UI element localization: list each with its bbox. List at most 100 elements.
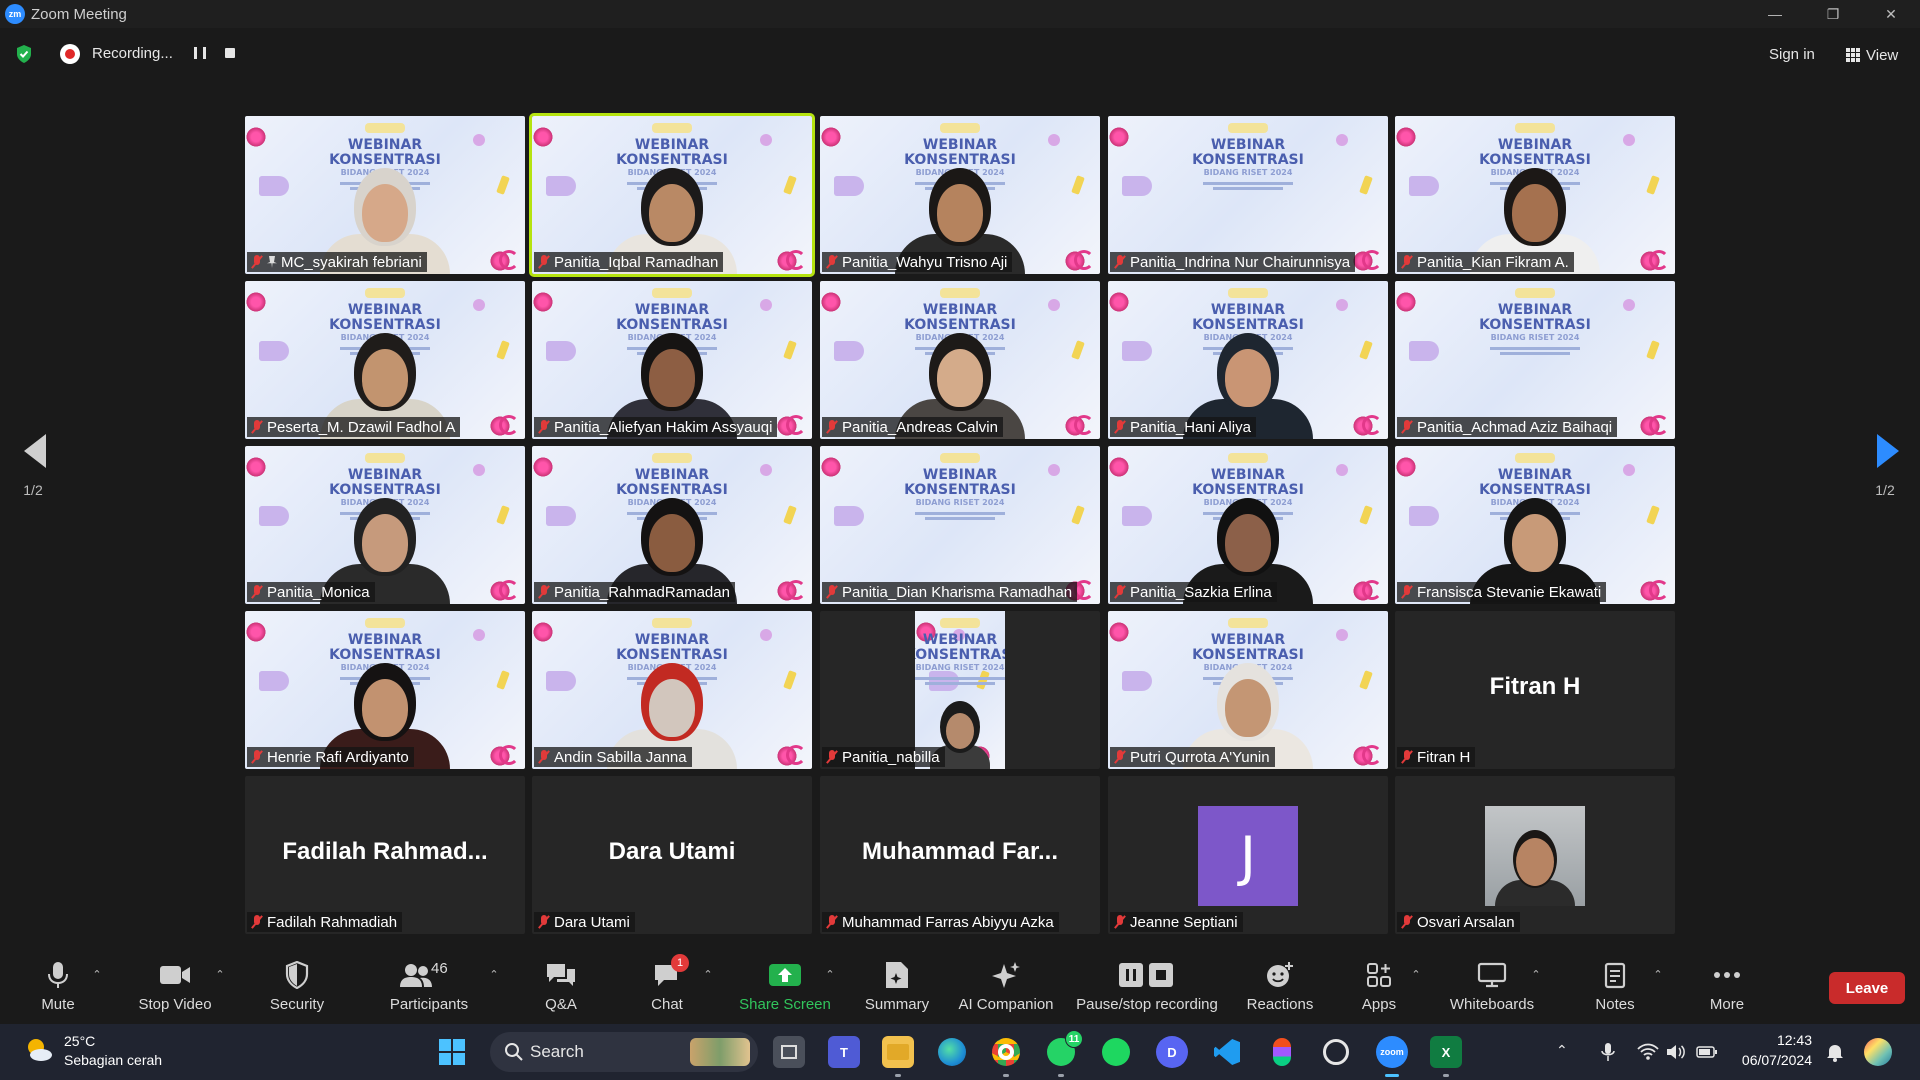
search-highlight-image: [690, 1038, 750, 1066]
slide-text-bar: [915, 512, 1005, 515]
participant-tile[interactable]: WEBINARKONSENTRASIBIDANG RISET 2024Peser…: [245, 281, 525, 439]
participant-tile[interactable]: Osvari Arsalan: [1395, 776, 1675, 934]
task-view-icon[interactable]: [773, 1036, 805, 1068]
participant-tile[interactable]: WEBINARKONSENTRASIBIDANG RISET 2024Frans…: [1395, 446, 1675, 604]
close-window-button[interactable]: ✕: [1862, 0, 1920, 28]
participants-button[interactable]: 46 Participants: [382, 944, 476, 1024]
view-button[interactable]: View: [1840, 42, 1904, 68]
teams-icon[interactable]: T: [828, 1036, 860, 1068]
apps-options-caret[interactable]: ⌃: [1410, 968, 1422, 981]
participant-tile[interactable]: Fitran H Fitran H: [1395, 611, 1675, 769]
tray-microphone-icon[interactable]: [1601, 1042, 1615, 1062]
participant-tile[interactable]: J Jeanne Septiani: [1108, 776, 1388, 934]
participant-tile[interactable]: Dara Utami Dara Utami: [532, 776, 812, 934]
participant-tile[interactable]: WEBINARKONSENTRASIBIDANG RISET 2024Putri…: [1108, 611, 1388, 769]
participant-name: Fransisca Stevanie Ekawati: [1417, 583, 1602, 601]
participant-tile[interactable]: WEBINARKONSENTRASIBIDANG RISET 2024Panit…: [532, 281, 812, 439]
muted-microphone-icon: [1114, 750, 1126, 764]
next-page-button[interactable]: 1/2: [1855, 427, 1915, 527]
participant-tile[interactable]: WEBINARKONSENTRASIBIDANG RISET 2024Panit…: [820, 611, 1100, 769]
participant-tile[interactable]: Fadilah Rahmad... Fadilah Rahmadiah: [245, 776, 525, 934]
show-hidden-icons-icon[interactable]: ⌃: [1556, 1042, 1568, 1059]
volume-icon[interactable]: [1666, 1043, 1686, 1061]
chat-button[interactable]: 1 Chat: [642, 944, 692, 1024]
weather-temperature[interactable]: 25°C: [64, 1033, 95, 1049]
previous-page-button[interactable]: 1/2: [3, 427, 63, 527]
partly-cloudy-weather-icon[interactable]: [24, 1035, 54, 1065]
restore-button[interactable]: ❐: [1804, 0, 1862, 28]
notes-button[interactable]: Notes: [1590, 944, 1640, 1024]
chrome-browser-icon[interactable]: [990, 1036, 1022, 1068]
encryption-shield-icon[interactable]: [14, 44, 34, 64]
whiteboards-button[interactable]: Whiteboards: [1442, 944, 1542, 1024]
excel-icon[interactable]: X: [1430, 1036, 1462, 1068]
participant-tile[interactable]: WEBINARKONSENTRASIBIDANG RISET 2024Panit…: [820, 116, 1100, 274]
participant-name: Fitran H: [1417, 748, 1471, 766]
participant-name: Fadilah Rahmadiah: [267, 913, 398, 931]
participant-tile[interactable]: WEBINARKONSENTRASIBIDANG RISET 2024Panit…: [245, 446, 525, 604]
reactions-button[interactable]: Reactions: [1240, 944, 1320, 1024]
participant-tile[interactable]: WEBINARKONSENTRASIBIDANG RISET 2024Panit…: [1108, 281, 1388, 439]
start-button[interactable]: [436, 1036, 468, 1068]
file-explorer-icon[interactable]: [882, 1036, 914, 1068]
audio-options-caret[interactable]: ⌃: [91, 968, 103, 981]
participant-tile[interactable]: WEBINARKONSENTRASIBIDANG RISET 2024Panit…: [1108, 116, 1388, 274]
participant-tile[interactable]: WEBINARKONSENTRASIBIDANG RISET 2024Panit…: [1108, 446, 1388, 604]
apps-button[interactable]: Apps: [1354, 944, 1404, 1024]
clock-date[interactable]: 06/07/2024: [1730, 1052, 1812, 1068]
participant-name: Panitia_nabilla: [842, 748, 940, 766]
participant-tile[interactable]: WEBINARKONSENTRASIBIDANG RISET 2024Panit…: [1395, 281, 1675, 439]
figma-icon[interactable]: [1266, 1036, 1298, 1068]
security-button[interactable]: Security: [262, 944, 332, 1024]
discord-icon[interactable]: D: [1156, 1036, 1188, 1068]
participant-tile[interactable]: WEBINARKONSENTRASIBIDANG RISET 2024Panit…: [820, 446, 1100, 604]
participant-tile[interactable]: WEBINARKONSENTRASIBIDANG RISET 2024Panit…: [529, 113, 815, 277]
pause-recording-button[interactable]: [194, 47, 206, 59]
whiteboards-options-caret[interactable]: ⌃: [1530, 968, 1542, 981]
more-button[interactable]: More: [1702, 944, 1752, 1024]
participant-tile[interactable]: WEBINARKONSENTRASIBIDANG RISET 2024Panit…: [820, 281, 1100, 439]
chat-options-caret[interactable]: ⌃: [702, 968, 714, 981]
pause-stop-recording-button[interactable]: Pause/stop recording: [1072, 944, 1222, 1024]
stop-video-button[interactable]: Stop Video: [130, 944, 220, 1024]
summary-button[interactable]: Summary: [860, 944, 934, 1024]
copilot-icon[interactable]: [1864, 1038, 1892, 1066]
page-indicator-right: 1/2: [1875, 482, 1895, 498]
notes-options-caret[interactable]: ⌃: [1652, 968, 1664, 981]
taskbar-search-box[interactable]: Search: [490, 1032, 758, 1072]
participant-tile[interactable]: Muhammad Far... Muhammad Farras Abiyyu Az…: [820, 776, 1100, 934]
wifi-icon[interactable]: [1637, 1043, 1659, 1061]
slide-line-3: BIDANG RISET 2024: [1203, 168, 1293, 177]
stop-recording-button[interactable]: [225, 48, 235, 58]
participant-tile[interactable]: WEBINARKONSENTRASIBIDANG RISET 2024MC_sy…: [245, 116, 525, 274]
muted-microphone-icon: [1114, 420, 1126, 434]
qa-button[interactable]: Q&A: [536, 944, 586, 1024]
minimize-button[interactable]: —: [1746, 0, 1804, 28]
share-screen-button[interactable]: Share Screen: [738, 944, 832, 1024]
muted-microphone-icon: [1401, 750, 1413, 764]
share-options-caret[interactable]: ⌃: [824, 968, 836, 981]
vscode-icon[interactable]: [1211, 1036, 1243, 1068]
participant-tile[interactable]: WEBINARKONSENTRASIBIDANG RISET 2024Henri…: [245, 611, 525, 769]
weather-description[interactable]: Sebagian cerah: [64, 1052, 162, 1068]
participant-tile[interactable]: WEBINARKONSENTRASIBIDANG RISET 2024Andin…: [532, 611, 812, 769]
spotify-icon[interactable]: [1100, 1036, 1132, 1068]
sign-in-button[interactable]: Sign in: [1761, 42, 1823, 68]
ai-companion-button[interactable]: AI Companion: [956, 944, 1056, 1024]
participant-tile[interactable]: WEBINARKONSENTRASIBIDANG RISET 2024Panit…: [532, 446, 812, 604]
chrome-profile-icon[interactable]: [1320, 1036, 1352, 1068]
mute-button[interactable]: Mute: [28, 944, 88, 1024]
whiteboards-label: Whiteboards: [1449, 996, 1535, 1013]
participant-tile[interactable]: WEBINARKONSENTRASIBIDANG RISET 2024Panit…: [1395, 116, 1675, 274]
notification-bell-icon[interactable]: [1826, 1042, 1844, 1062]
whatsapp-icon[interactable]: 11: [1045, 1030, 1083, 1068]
video-camera-icon: [160, 966, 190, 984]
zoom-taskbar-icon[interactable]: zoom: [1376, 1036, 1408, 1068]
video-options-caret[interactable]: ⌃: [214, 968, 226, 981]
slide-line-3: BIDANG RISET 2024: [915, 663, 1005, 672]
clock-time[interactable]: 12:43: [1740, 1032, 1812, 1048]
leave-meeting-button[interactable]: Leave: [1829, 972, 1905, 1004]
battery-icon[interactable]: [1696, 1044, 1718, 1060]
participants-options-caret[interactable]: ⌃: [488, 968, 500, 981]
edge-browser-icon[interactable]: [936, 1036, 968, 1068]
